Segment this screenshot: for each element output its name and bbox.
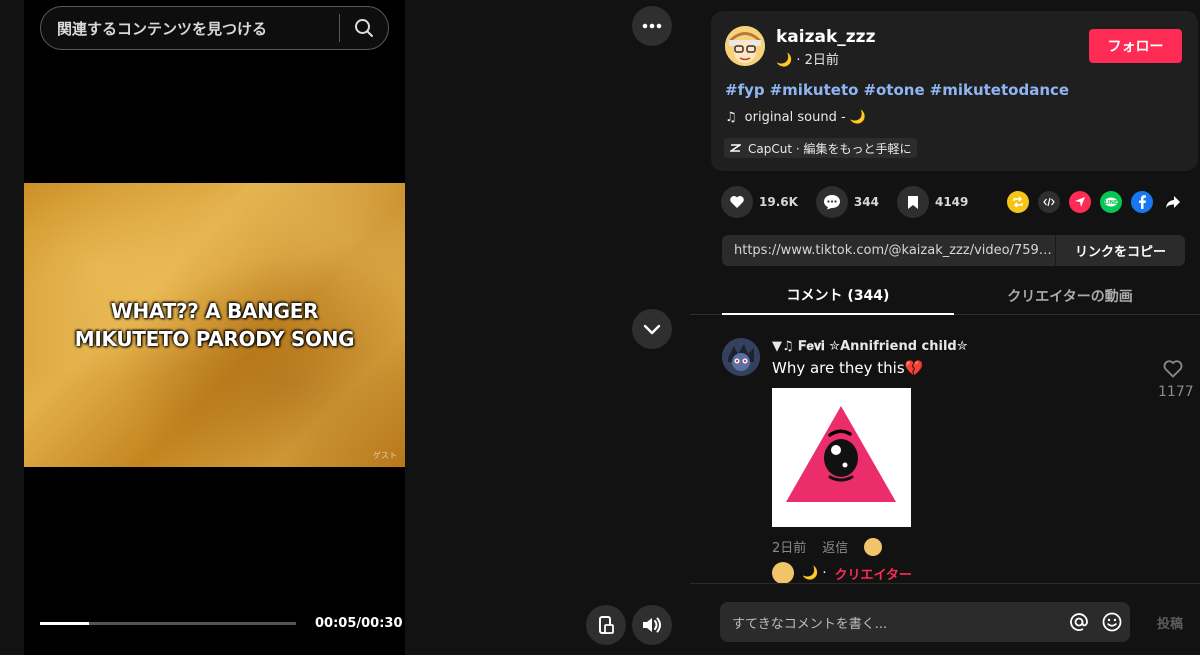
capcut-icon: [730, 144, 741, 152]
moon-emoji: 🌙: [776, 53, 793, 68]
embed-icon[interactable]: [1038, 191, 1060, 213]
search-input[interactable]: 関連するコンテンツを見つける: [41, 18, 339, 39]
comment-date: 2日前: [772, 541, 807, 556]
hashtag-link[interactable]: #otone: [863, 81, 924, 99]
volume-button[interactable]: [632, 605, 672, 645]
more-options-button[interactable]: [632, 6, 672, 46]
floating-player-button[interactable]: [586, 605, 626, 645]
action-bar: 19.6K 344 4149: [721, 186, 986, 218]
capcut-chip[interactable]: CapCut · 編集をもっと手軽に: [724, 138, 918, 158]
mention-button[interactable]: [1064, 612, 1094, 632]
facebook-icon[interactable]: [1131, 191, 1153, 213]
emoji-button[interactable]: [1094, 612, 1130, 632]
commenter-name[interactable]: ▼♫ 𝐅𝐞𝐯𝐢 ✮Annifriend child✮: [772, 339, 968, 354]
reply-button[interactable]: 返信: [822, 537, 848, 556]
hashtag-link[interactable]: #mikutetodance: [930, 81, 1069, 99]
share-link-box: https://www.tiktok.com/@kaizak_zzz/video…: [722, 235, 1185, 266]
like-count: 19.6K: [759, 195, 798, 209]
left-gutter: [0, 0, 24, 655]
author-avatar[interactable]: [725, 26, 765, 66]
illuminati-eye-image: [772, 388, 911, 527]
line-icon[interactable]: LINE: [1100, 191, 1122, 213]
bookmark-button[interactable]: 4149: [896, 186, 969, 218]
bookmark-icon: [896, 186, 929, 218]
video-frame[interactable]: WHAT?? A BANGER MIKUTETO PARODY SONG ゲスト: [24, 183, 405, 467]
heart-outline-icon: [1163, 360, 1183, 378]
at-icon: [1070, 613, 1088, 631]
share-link[interactable]: https://www.tiktok.com/@kaizak_zzz/video…: [722, 243, 1055, 258]
comment-placeholder: すてきなコメントを書く...: [732, 616, 888, 632]
avatar-image: [722, 338, 760, 376]
chevron-down-icon: [643, 324, 661, 335]
hashtag-link[interactable]: #mikuteto: [770, 81, 859, 99]
creator-prefix: 🌙 ·: [802, 565, 827, 581]
search-button[interactable]: [340, 6, 388, 50]
comment-input[interactable]: すてきなコメントを書く...: [720, 602, 1130, 642]
caption-line-1: WHAT?? A BANGER: [110, 299, 319, 323]
heart-icon: [721, 186, 753, 218]
author-meta: 🌙 · 2日前: [776, 49, 839, 68]
capcut-label: CapCut · 編集をもっと手軽に: [748, 141, 912, 156]
comment-text: Why are they this💔: [772, 359, 924, 377]
comment-like-count: 1177: [1158, 384, 1194, 400]
send-icon[interactable]: [1069, 191, 1091, 213]
progress-fill: [40, 622, 89, 625]
tab-creator-videos[interactable]: クリエイターの動画: [954, 277, 1186, 315]
video-watermark: ゲスト: [373, 451, 397, 460]
hashtag-list: #fyp #mikuteto #otone #mikutetodance: [725, 81, 1069, 99]
more-icon: [642, 23, 662, 29]
svg-text:LINE: LINE: [1105, 200, 1118, 206]
device-icon: [599, 616, 614, 634]
music-link[interactable]: ♫ original sound - 🌙: [725, 110, 866, 125]
caption-line-2: MIKUTETO PARODY SONG: [74, 327, 355, 351]
author-name[interactable]: kaizak_zzz: [776, 27, 875, 47]
comment-like-button[interactable]: [1163, 360, 1183, 382]
music-title: original sound - 🌙: [744, 110, 866, 125]
creator-reply-row[interactable]: 🌙 · クリエイター: [772, 562, 912, 584]
video-time: 00:05/00:30: [315, 616, 403, 631]
next-video-button[interactable]: [632, 309, 672, 349]
search-icon: [355, 19, 373, 37]
creator-tag: クリエイター: [834, 567, 912, 583]
bookmark-count: 4149: [934, 195, 969, 209]
progress-bar[interactable]: [40, 622, 296, 625]
volume-icon: [643, 617, 661, 633]
hashtag-link[interactable]: #fyp: [725, 81, 765, 99]
comment-meta: 2日前 返信: [772, 537, 883, 556]
video-caption: WHAT?? A BANGER MIKUTETO PARODY SONG: [75, 297, 355, 353]
follow-button[interactable]: フォロー: [1089, 29, 1182, 63]
like-button[interactable]: 19.6K: [721, 186, 798, 218]
panel-tabs: コメント (344) クリエイターの動画: [690, 277, 1200, 315]
search-bar[interactable]: 関連するコンテンツを見つける: [40, 6, 389, 50]
tab-comments[interactable]: コメント (344): [722, 277, 954, 315]
comment-button[interactable]: 344: [815, 186, 879, 218]
creator-liked-avatar: [864, 537, 883, 556]
commenter-avatar[interactable]: [722, 338, 760, 376]
post-date: · 2日前: [796, 53, 839, 68]
comment-image[interactable]: [772, 388, 911, 527]
creator-avatar: [772, 562, 794, 584]
comment-icon: [815, 186, 848, 218]
share-icons: LINE: [1007, 191, 1184, 213]
comment-count: 344: [853, 195, 879, 209]
avatar-image: [725, 26, 765, 66]
repost-icon[interactable]: [1007, 191, 1029, 213]
post-button[interactable]: 投稿: [1157, 613, 1183, 632]
music-note-icon: ♫: [725, 110, 737, 125]
share-arrow-icon[interactable]: [1162, 191, 1184, 213]
copy-link-button[interactable]: リンクをコピー: [1055, 235, 1185, 266]
emoji-icon: [1102, 612, 1122, 632]
